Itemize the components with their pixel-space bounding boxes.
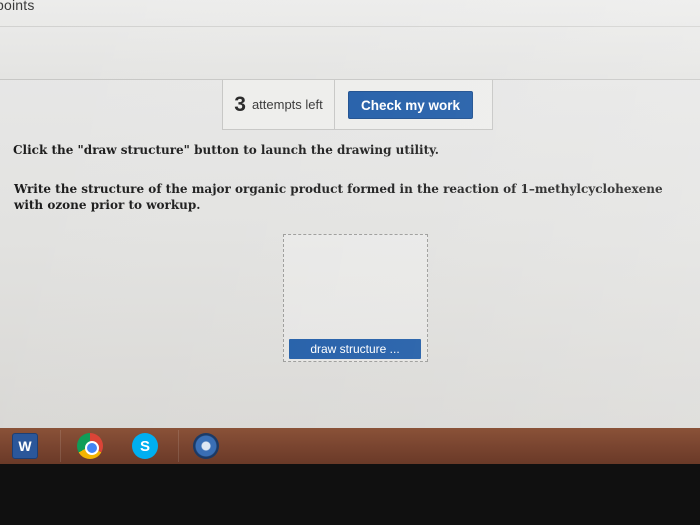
points-label: points <box>0 0 35 13</box>
app-icon[interactable] <box>193 433 219 459</box>
draw-structure-button[interactable]: draw structure ... <box>289 339 421 359</box>
attempts-indicator: 3 attempts left <box>222 80 335 130</box>
instruction-text: Click the "draw structure" button to lau… <box>13 143 439 157</box>
check-work-container: Check my work <box>335 80 493 130</box>
taskbar-separator <box>178 430 179 462</box>
skype-icon[interactable]: S <box>132 433 158 459</box>
top-header-strip: points <box>0 0 700 80</box>
header-divider <box>0 26 700 27</box>
chrome-icon[interactable] <box>77 433 103 459</box>
windows-taskbar: W S <box>0 428 700 464</box>
points-text: points <box>0 0 35 13</box>
taskbar-separator <box>60 430 61 462</box>
question-text: Write the structure of the major organic… <box>14 182 663 212</box>
word-icon[interactable]: W <box>12 433 38 459</box>
browser-viewport: points 3 attempts left Check my work Cli… <box>0 0 700 428</box>
check-my-work-button[interactable]: Check my work <box>348 91 473 119</box>
drawing-area[interactable]: draw structure ... <box>283 234 428 362</box>
monitor-bezel <box>0 464 700 525</box>
attempts-label: attempts left <box>251 97 323 112</box>
attempts-count: 3 <box>234 92 246 116</box>
